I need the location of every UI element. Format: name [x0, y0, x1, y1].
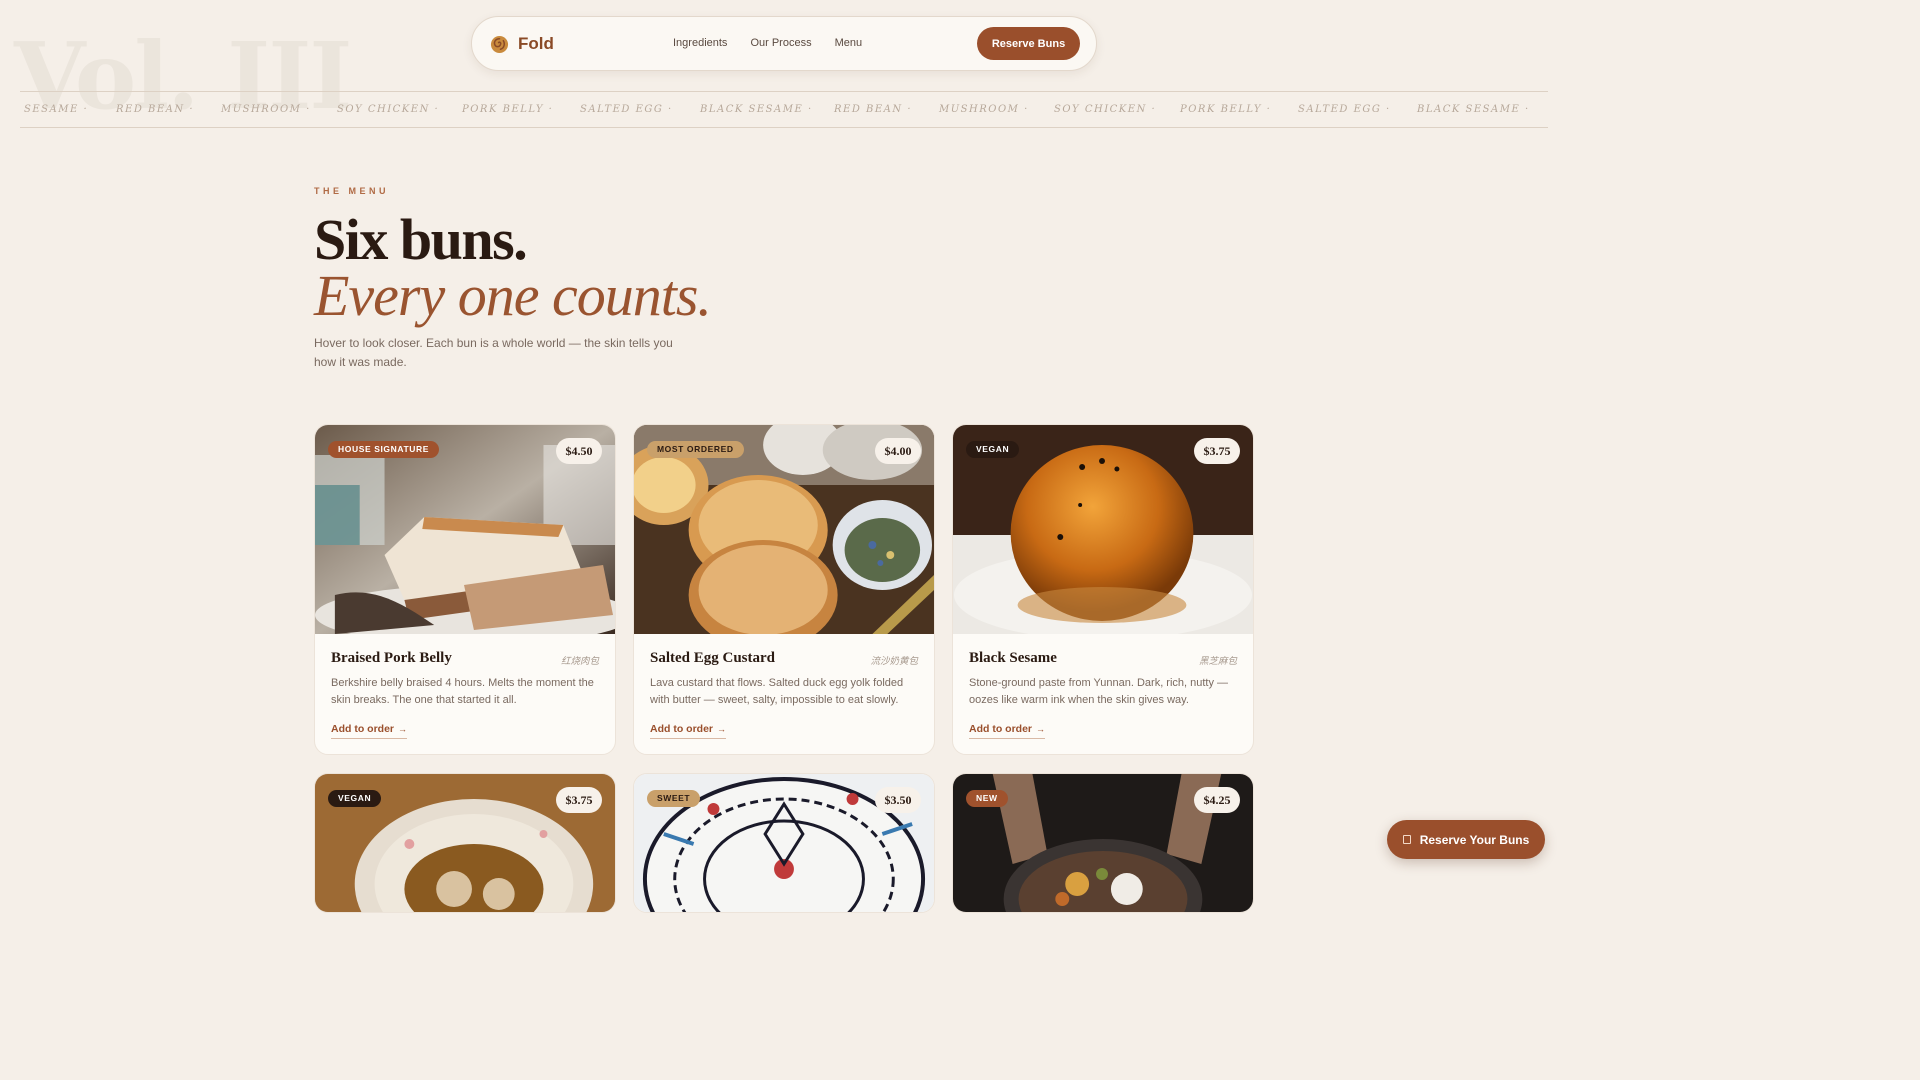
reserve-buns-button[interactable]: Reserve Buns — [977, 27, 1080, 60]
bun-photo: VEGAN $3.75 — [953, 425, 1253, 634]
add-to-order-label: Add to order — [331, 723, 394, 735]
arrow-right-icon: → — [398, 724, 407, 734]
reserve-your-buns-label: Reserve Your Buns — [1419, 832, 1530, 847]
card-price: $3.75 — [556, 787, 602, 813]
card-badge: MOST ORDERED — [647, 441, 744, 458]
bun-photo: SWEET $3.50 — [634, 774, 934, 912]
bun-photo: MOST ORDERED $4.00 — [634, 425, 934, 634]
section-eyebrow: THE MENU — [314, 186, 389, 196]
brand[interactable]: Fold — [490, 34, 554, 54]
add-to-order-label: Add to order — [969, 723, 1032, 735]
menu-card-salted-egg-custard[interactable]: MOST ORDERED $4.00 Salted Egg Custard 流沙… — [633, 424, 935, 755]
card-badge: VEGAN — [966, 441, 1020, 458]
nav-link-ingredients[interactable]: Ingredients — [673, 37, 727, 49]
add-to-order-link[interactable]: Add to order → — [331, 723, 407, 739]
brand-name: Fold — [518, 34, 554, 53]
ticker-item: MUSHROOM · — [221, 104, 311, 115]
menu-card[interactable]: NEW $4.25 — [952, 773, 1254, 913]
ticker-item: MUSHROOM · — [939, 104, 1029, 115]
ticker-item: BLACK SESAME · — [1417, 104, 1530, 115]
ticker-item: SALTED EGG · — [580, 104, 673, 115]
card-title: Braised Pork Belly — [331, 650, 452, 666]
nav-link-our-process[interactable]: Our Process — [750, 37, 811, 49]
intro-text: Hover to look closer. Each bun is a whol… — [314, 336, 673, 369]
page-subtitle: Every one counts. — [314, 263, 712, 328]
ticker-item: RED BEAN · — [116, 104, 195, 115]
ticker-item: SESAME · — [24, 104, 89, 115]
card-price: $4.00 — [875, 438, 921, 464]
ticker-item: PORK BELLY · — [1180, 104, 1272, 115]
ticker-item: RED BEAN · — [834, 104, 913, 115]
card-price: $3.50 — [875, 787, 921, 813]
card-badge: NEW — [966, 790, 1008, 807]
card-chinese-name: 黑芝麻包 — [1198, 656, 1237, 667]
nav-links: Ingredients Our Process Menu — [673, 37, 862, 49]
ticker-item: SOY CHICKEN · — [1054, 104, 1157, 115]
menu-card-black-sesame[interactable]: VEGAN $3.75 Black Sesame 黑芝麻包 Stone-grou… — [952, 424, 1254, 755]
menu-card-pork-belly[interactable]: HOUSE SIGNATURE $4.50 Braised Pork Belly… — [314, 424, 616, 755]
card-price: $3.75 — [1194, 438, 1240, 464]
calendar-icon — [1402, 835, 1411, 844]
card-description: Lava custard that flows. Salted duck egg… — [650, 677, 904, 706]
card-chinese-name: 流沙奶黄包 — [870, 656, 918, 667]
card-price: $4.50 — [556, 438, 602, 464]
menu-card[interactable]: SWEET $3.50 — [633, 773, 935, 913]
card-description: Berkshire belly braised 4 hours. Melts t… — [331, 677, 594, 706]
ticker-item: BLACK SESAME · — [700, 104, 813, 115]
reserve-your-buns-button[interactable]: Reserve Your Buns — [1387, 820, 1545, 859]
arrow-right-icon: → — [1036, 724, 1045, 734]
add-to-order-link[interactable]: Add to order → — [969, 723, 1045, 739]
card-title: Black Sesame — [969, 650, 1057, 666]
card-badge: SWEET — [647, 790, 701, 807]
arrow-right-icon: → — [717, 724, 726, 734]
add-to-order-link[interactable]: Add to order → — [650, 723, 726, 739]
ticker-item: SOY CHICKEN · — [337, 104, 440, 115]
card-description: Stone-ground paste from Yunnan. Dark, ri… — [969, 677, 1229, 706]
ticker-item: PORK BELLY · — [462, 104, 554, 115]
card-badge: VEGAN — [328, 790, 382, 807]
menu-card[interactable]: VEGAN $3.75 — [314, 773, 616, 913]
top-nav: Fold Ingredients Our Process Menu Reserv… — [471, 16, 1097, 71]
nav-link-menu[interactable]: Menu — [835, 37, 863, 49]
card-title: Salted Egg Custard — [650, 650, 776, 666]
card-chinese-name: 红烧肉包 — [560, 656, 599, 667]
flavor-ticker: SESAME · RED BEAN · MUSHROOM · SOY CHICK… — [20, 91, 1548, 128]
bun-photo: HOUSE SIGNATURE $4.50 — [315, 425, 615, 634]
bun-photo: NEW $4.25 — [953, 774, 1253, 912]
card-badge: HOUSE SIGNATURE — [328, 441, 440, 458]
fold-logo-icon — [490, 35, 509, 53]
bun-photo: VEGAN $3.75 — [315, 774, 615, 912]
add-to-order-label: Add to order — [650, 723, 713, 735]
ticker-item: SALTED EGG · — [1298, 104, 1391, 115]
card-price: $4.25 — [1194, 787, 1240, 813]
